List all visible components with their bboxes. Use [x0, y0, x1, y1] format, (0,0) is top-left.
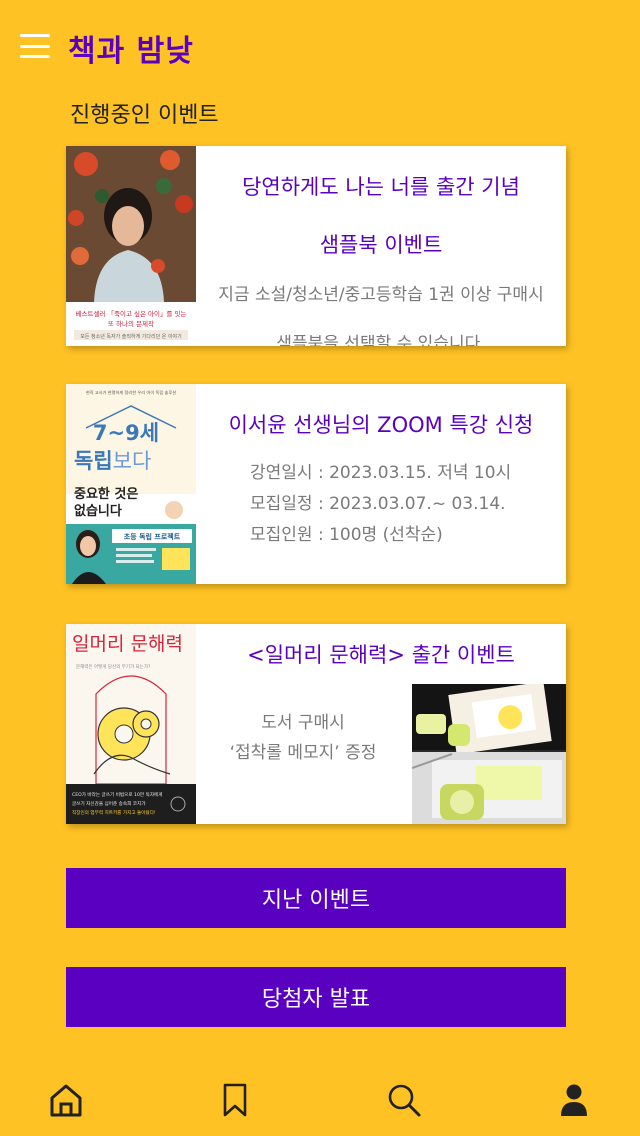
cover-title-line3: 중요한 것은: [74, 486, 138, 502]
event-title: 이서윤 선생님의 ZOOM 특강 신청: [228, 413, 534, 437]
book-cover-image: 일머리 문해력 문해력은 어떻게 당신의 무기가 되는가? CEO가 바라는 글…: [66, 624, 196, 824]
event-desc-line2: 샘플북을 선택할 수 있습니다.: [276, 334, 486, 346]
event-card-content: 당연하게도 나는 너를 출간 기념 샘플북 이벤트 지금 소설/청소년/중고등학…: [196, 146, 566, 346]
cover-tagline2-text: 또 하나의 문제작: [108, 319, 154, 328]
nav-search[interactable]: [384, 1080, 424, 1120]
bottom-nav: [0, 1066, 640, 1136]
cover-footer-text: 모든 청소년 독자가 솔직하게 기다리던 온 이야기: [80, 333, 182, 340]
cover-top-text: 현직 교사가 현명하게 정리한 우리 아이 독립 솔루션: [86, 389, 176, 396]
event-desc-line1: 도서 구매시: [261, 713, 345, 733]
cover-title-line1: 7~9세: [93, 421, 159, 445]
event-title-line1: 당연하게도 나는 너를 출간 기념: [242, 175, 520, 199]
event-card-book-launch[interactable]: 일머리 문해력 문해력은 어떻게 당신의 무기가 되는가? CEO가 바라는 글…: [66, 624, 566, 824]
search-icon: [388, 1084, 421, 1117]
nav-profile[interactable]: [554, 1080, 594, 1120]
app-title: 책과 밤낮: [68, 34, 194, 69]
cover-title-line2a: 독립: [74, 449, 113, 473]
book-cover-image: 베스트셀러 「죽이고 싶은 아이」를 잇는 또 하나의 문제작 모든 청소년 독…: [66, 146, 196, 346]
cover-title-line2b: 보다: [113, 449, 152, 473]
cover-bottom-line1: CEO가 바라는 글쓰기 비법으로 10만 독자에게: [72, 791, 163, 798]
cover-bottom-line3: 직장인의 업무력 치트키를 가지고 돌아왔다!: [72, 809, 156, 816]
event-desc: 도서 구매시 ‘접착롤 메모지’ 증정: [196, 708, 410, 768]
cover-bottom-line2: 글쓰기 자신감을 심어준 송숙희 코치가: [72, 800, 146, 807]
cover-title-text: 일머리 문해력: [72, 633, 183, 655]
winners-announcement-button[interactable]: 당첨자 발표: [66, 967, 566, 1027]
svg-text:독립보다: 독립보다: [74, 449, 151, 473]
cover-badge-text: 초등 독립 프로젝트: [124, 532, 181, 541]
memo-roll-product-photo: [412, 684, 566, 824]
app-header: 책과 밤낮: [0, 0, 640, 92]
event-card-sample-book[interactable]: 베스트셀러 「죽이고 싶은 아이」를 잇는 또 하나의 문제작 모든 청소년 독…: [66, 146, 566, 346]
recruit-period-row: 모집일정 : 2023.03.07.~ 03.14.: [250, 494, 506, 514]
profile-icon: [561, 1084, 587, 1116]
nav-home[interactable]: [46, 1080, 86, 1120]
event-card-zoom-lecture[interactable]: 현직 교사가 현명하게 정리한 우리 아이 독립 솔루션 7~9세 독립보다 중…: [66, 384, 566, 584]
nav-bookmark[interactable]: [215, 1080, 255, 1120]
event-card-content: 이서윤 선생님의 ZOOM 특강 신청 강연일시 : 2023.03.15. 저…: [196, 384, 566, 584]
event-title-line2: 샘플북 이벤트: [319, 233, 443, 257]
event-info-list: 강연일시 : 2023.03.15. 저녁 10시 모집일정 : 2023.03…: [250, 458, 566, 551]
cover-subtitle-text: 문해력은 어떻게 당신의 무기가 되는가?: [76, 663, 151, 670]
cover-title-line4: 없습니다: [74, 503, 122, 519]
past-events-button[interactable]: 지난 이벤트: [66, 868, 566, 928]
book-cover-image: 현직 교사가 현명하게 정리한 우리 아이 독립 솔루션 7~9세 독립보다 중…: [66, 384, 196, 584]
event-desc-line2: ‘접착롤 메모지’ 증정: [229, 743, 377, 763]
lecture-date-row: 강연일시 : 2023.03.15. 저녁 10시: [250, 463, 512, 483]
recruit-count-row: 모집인원 : 100명 (선착순): [250, 525, 443, 545]
section-title: 진행중인 이벤트: [70, 103, 219, 128]
home-icon: [50, 1084, 82, 1117]
hamburger-menu-icon[interactable]: [20, 34, 50, 58]
bookmark-icon: [223, 1083, 247, 1117]
event-desc-line1: 지금 소설/청소년/중고등학습 1권 이상 구매시: [218, 285, 544, 305]
cover-tagline-text: 베스트셀러 「죽이고 싶은 아이」를 잇는: [76, 309, 187, 318]
event-title: <일머리 문해력> 출간 이벤트: [247, 643, 515, 667]
